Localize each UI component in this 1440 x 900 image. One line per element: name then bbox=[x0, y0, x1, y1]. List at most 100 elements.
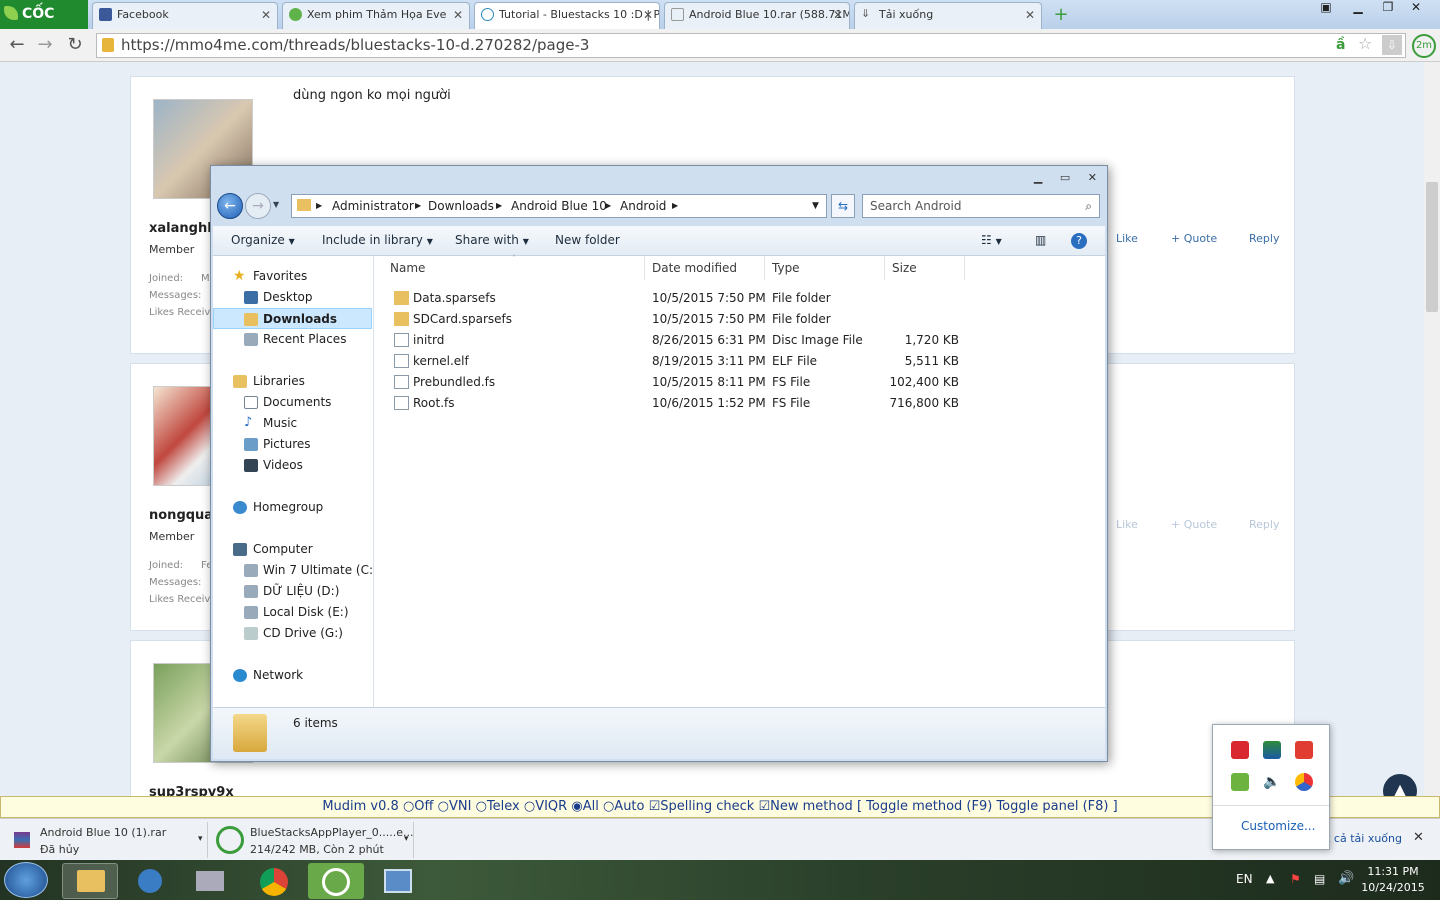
breadcrumb-item[interactable]: Administrator bbox=[332, 195, 414, 217]
idm-icon[interactable] bbox=[1263, 741, 1281, 759]
page-scrollbar[interactable] bbox=[1424, 62, 1440, 796]
nav-documents[interactable]: Documents bbox=[213, 392, 372, 413]
file-row[interactable]: Data.sparsefs 10/5/2015 7:50 PM File folde… bbox=[374, 288, 1105, 309]
quote-link[interactable]: + Quote bbox=[1171, 232, 1217, 245]
start-button[interactable] bbox=[4, 862, 48, 898]
radio-off[interactable]: ○ bbox=[403, 799, 414, 814]
refresh-icon[interactable]: ⇆ bbox=[831, 194, 855, 218]
nav-music[interactable]: ♪ Music bbox=[213, 413, 372, 434]
app-taskbar-icon[interactable] bbox=[122, 863, 178, 899]
organize-button[interactable]: Organize ▼ bbox=[231, 226, 295, 256]
speaker-icon[interactable]: 🔈 bbox=[1263, 773, 1281, 791]
column-header-name[interactable]: Name bbox=[374, 256, 645, 280]
preview-pane-icon[interactable]: ▥ bbox=[1035, 226, 1046, 254]
radio-viqr[interactable]: ○ bbox=[524, 799, 535, 814]
show-hidden-icons-icon[interactable]: ▲ bbox=[1266, 872, 1274, 885]
nav-drive-g[interactable]: CD Drive (G:) bbox=[213, 623, 372, 644]
search-input[interactable]: Search Android ⌕ bbox=[862, 194, 1100, 218]
radio-all[interactable]: ◉ bbox=[571, 799, 582, 814]
radio-auto[interactable]: ○ bbox=[603, 799, 614, 814]
close-button[interactable]: ✕ bbox=[1406, 0, 1426, 22]
file-row[interactable]: initrd 8/26/2015 6:31 PM Disc Image File 1,… bbox=[374, 330, 1105, 351]
username[interactable]: xalanghk bbox=[149, 221, 216, 236]
like-link[interactable]: Like bbox=[1116, 518, 1138, 531]
restore-button[interactable]: ❐ bbox=[1378, 0, 1398, 22]
nav-favorites[interactable]: ★ Favorites bbox=[213, 266, 372, 287]
new-folder-button[interactable]: New folder bbox=[555, 226, 620, 254]
minimize-button[interactable]: ▁ bbox=[1034, 171, 1042, 184]
file-row[interactable]: SDCard.sparsefs 10/5/2015 7:50 PM File fol… bbox=[374, 309, 1105, 330]
column-header-date[interactable]: Date modified bbox=[645, 256, 765, 280]
user-icon[interactable]: ▣ bbox=[1316, 0, 1336, 22]
tab-downloads[interactable]: ⇓ Tải xuống ✕ bbox=[854, 2, 1042, 29]
reply-link[interactable]: Reply bbox=[1249, 518, 1279, 531]
app-taskbar-icon[interactable] bbox=[370, 863, 426, 899]
vietnamese-input-icon[interactable]: ầ bbox=[1336, 37, 1345, 53]
vietkey-icon[interactable] bbox=[1231, 741, 1249, 759]
radio-telex[interactable]: ○ bbox=[476, 799, 487, 814]
avira-icon[interactable] bbox=[1295, 741, 1313, 759]
quote-link[interactable]: + Quote bbox=[1171, 518, 1217, 531]
radio-vni[interactable]: ○ bbox=[438, 799, 449, 814]
nav-downloads[interactable]: Downloads bbox=[213, 308, 372, 329]
download-item[interactable]: BlueStacksAppPlayer_0.....e... 214/242 M… bbox=[212, 822, 414, 858]
username[interactable]: sup3rspy9x bbox=[149, 785, 234, 796]
tab-close-icon[interactable]: ✕ bbox=[453, 3, 463, 27]
views-icon[interactable]: ☷ ▼ bbox=[981, 226, 1002, 256]
forward-icon[interactable]: → bbox=[245, 193, 271, 219]
nav-pictures[interactable]: Pictures bbox=[213, 434, 372, 455]
like-link[interactable]: Like bbox=[1116, 232, 1138, 245]
flag-icon[interactable]: ⚑ bbox=[1290, 872, 1301, 886]
new-tab-button[interactable]: + bbox=[1046, 4, 1076, 26]
nav-drive-c[interactable]: Win 7 Ultimate (C:) bbox=[213, 560, 378, 581]
download-menu-icon[interactable]: ▾ bbox=[404, 834, 409, 844]
breadcrumb[interactable]: ▶ Administrator ▶ Downloads ▶ Android Bl… bbox=[291, 194, 827, 218]
chrome-taskbar-icon[interactable] bbox=[246, 863, 302, 899]
network-icon[interactable]: ▤ bbox=[1314, 872, 1325, 886]
back-icon[interactable]: ← bbox=[6, 35, 28, 57]
file-row[interactable]: Prebundled.fs 10/5/2015 8:11 PM FS File 102… bbox=[374, 372, 1105, 393]
customize-link[interactable]: Customize... bbox=[1241, 819, 1315, 833]
tab-android-rar[interactable]: Android Blue 10.rar (588.71M ✕ bbox=[664, 2, 850, 29]
star-icon[interactable]: ☆ bbox=[1358, 34, 1372, 53]
nav-videos[interactable]: Videos bbox=[213, 455, 372, 476]
tab-xem-phim[interactable]: Xem phim Thảm Họa Eve ✕ bbox=[282, 2, 470, 29]
checkbox-new-method[interactable]: ☑ bbox=[758, 799, 770, 814]
browser-logo[interactable]: CỐC CỐC bbox=[0, 0, 88, 50]
tab-close-icon[interactable]: ✕ bbox=[1025, 3, 1035, 27]
app-taskbar-icon[interactable] bbox=[182, 863, 238, 899]
address-dropdown-icon[interactable]: ▼ bbox=[812, 195, 819, 217]
mudim-toggles[interactable]: [ Toggle method (F9) Toggle panel (F8) ] bbox=[857, 799, 1118, 814]
help-icon[interactable]: ? bbox=[1071, 233, 1087, 249]
shelf-close-icon[interactable]: ✕ bbox=[1413, 830, 1424, 845]
security-icon[interactable] bbox=[1231, 773, 1249, 791]
nav-drive-d[interactable]: DỮ LIỆU (D:) bbox=[213, 581, 372, 602]
nav-recent-places[interactable]: Recent Places bbox=[213, 329, 372, 350]
tab-close-icon[interactable]: ✕ bbox=[261, 3, 271, 27]
reply-link[interactable]: Reply bbox=[1249, 232, 1279, 245]
volume-icon[interactable]: 🔊 bbox=[1338, 871, 1354, 886]
app-tray-icon[interactable] bbox=[1295, 773, 1313, 791]
coccoc-taskbar-icon[interactable] bbox=[308, 863, 364, 899]
explorer-taskbar-icon[interactable] bbox=[62, 863, 118, 899]
recent-pages-icon[interactable]: ▼ bbox=[273, 200, 279, 209]
download-arrow-icon[interactable]: ⇩ bbox=[1382, 35, 1402, 55]
nav-network[interactable]: Network bbox=[213, 665, 372, 686]
reload-icon[interactable]: ↻ bbox=[64, 35, 86, 57]
download-menu-icon[interactable]: ▾ bbox=[198, 834, 203, 844]
tab-facebook[interactable]: Facebook ✕ bbox=[92, 2, 278, 29]
scrollbar-thumb[interactable] bbox=[1426, 182, 1438, 312]
column-header-size[interactable]: Size bbox=[885, 256, 965, 280]
checkbox-spelling[interactable]: ☑ bbox=[649, 799, 661, 814]
address-bar[interactable]: https://mmo4me.com/threads/bluestacks-10… bbox=[96, 33, 1406, 58]
download-item[interactable]: Android Blue 10 (1).rar Đã hủy ▾ bbox=[4, 822, 208, 858]
minimize-button[interactable]: ▁ bbox=[1348, 0, 1368, 22]
forward-icon[interactable]: → bbox=[34, 35, 56, 57]
column-header-type[interactable]: Type bbox=[765, 256, 885, 280]
breadcrumb-item[interactable]: Android Blue 10 bbox=[511, 195, 607, 217]
tab-tutorial[interactable]: Tutorial - Bluestacks 10 :D | P ✕ bbox=[474, 2, 660, 29]
language-indicator[interactable]: EN bbox=[1236, 872, 1253, 886]
nav-computer[interactable]: Computer bbox=[213, 539, 372, 560]
maximize-button[interactable]: ▭ bbox=[1060, 171, 1070, 184]
nav-libraries[interactable]: Libraries bbox=[213, 371, 372, 392]
